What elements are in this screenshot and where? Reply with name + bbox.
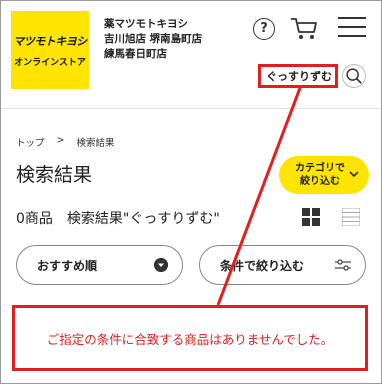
selected-stores[interactable]: 薬マツモトキヨシ 吉川旭店 堺南島町店 練馬春日町店 xyxy=(104,17,202,62)
cart-icon[interactable] xyxy=(289,15,319,41)
category-button-line1: カテゴリで xyxy=(295,163,345,174)
sort-label: おすすめ順 xyxy=(37,258,98,273)
chevron-down-icon xyxy=(349,171,359,178)
help-icon[interactable]: ? xyxy=(253,18,275,40)
store-line: 吉川旭店 堺南島町店 xyxy=(104,33,203,45)
logo-text-online-store: オンラインストア xyxy=(14,57,86,68)
category-button-line2: 絞り込む xyxy=(300,176,340,187)
page-title: 検索結果 xyxy=(16,164,93,186)
sort-down-icon xyxy=(154,258,168,272)
category-filter-button[interactable]: カテゴリで 絞り込む xyxy=(279,156,369,194)
breadcrumb-current: 検索結果 xyxy=(76,138,115,149)
header-divider xyxy=(1,108,381,109)
sort-button[interactable]: おすすめ順 xyxy=(16,245,183,285)
breadcrumb-separator: > xyxy=(56,135,65,146)
search-query: ぐっすりずむ xyxy=(266,70,332,83)
grid-view-icon[interactable] xyxy=(302,208,320,226)
filter-sliders-icon xyxy=(335,259,351,271)
result-summary: 0商品 検索結果"ぐっすりずむ" xyxy=(16,211,220,227)
search-input[interactable]: ぐっすりずむ xyxy=(258,64,338,88)
no-results-message: ご指定の条件に合致する商品はありませんでした。 xyxy=(12,305,368,371)
breadcrumb: トップ > 検索結果 xyxy=(16,135,115,149)
filter-button[interactable]: 条件で絞り込む xyxy=(199,245,366,285)
logo-text-brand: マツモトキヨシ xyxy=(13,34,87,48)
store-logo[interactable]: マツモトキヨシ オンラインストア xyxy=(11,11,89,89)
menu-icon[interactable] xyxy=(338,15,366,39)
filter-label: 条件で絞り込む xyxy=(220,258,305,273)
store-line: 練馬春日町店 xyxy=(104,48,167,60)
list-view-icon[interactable] xyxy=(342,208,360,226)
store-line: 薬マツモトキヨシ xyxy=(104,18,188,30)
search-icon[interactable] xyxy=(342,64,366,88)
breadcrumb-home[interactable]: トップ xyxy=(16,135,45,149)
